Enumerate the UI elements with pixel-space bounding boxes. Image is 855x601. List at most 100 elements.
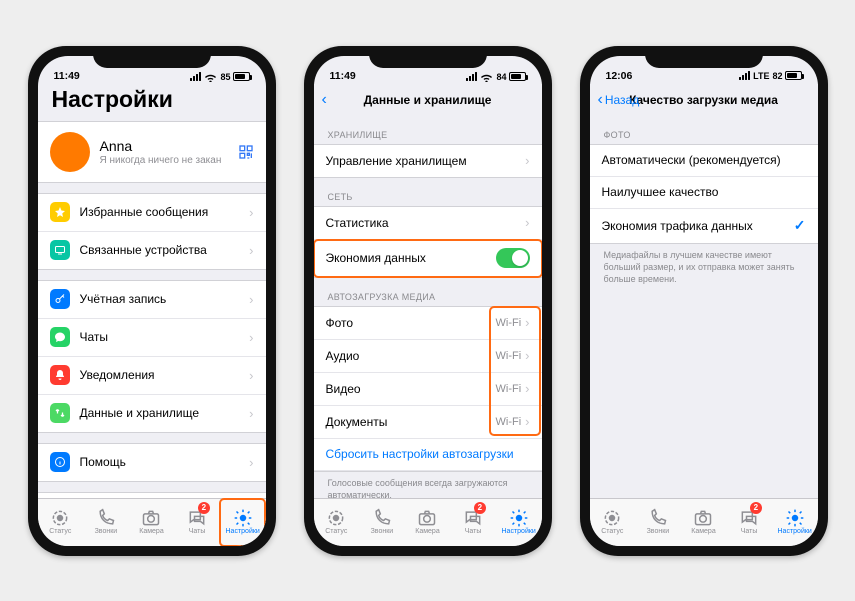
data-icon xyxy=(50,403,70,423)
row-label: Данные и хранилище xyxy=(80,406,250,420)
toggle-switch[interactable] xyxy=(496,248,530,268)
badge: 2 xyxy=(198,502,210,514)
back-button[interactable]: ‹ xyxy=(322,92,327,108)
settings-icon xyxy=(233,509,253,527)
row-label: Чаты xyxy=(80,330,250,344)
tab-label: Камера xyxy=(139,528,163,535)
settings-row[interactable]: Данные и хранилище › xyxy=(38,395,266,432)
calls-icon xyxy=(372,509,392,527)
chevron-icon: › xyxy=(249,243,253,258)
avatar xyxy=(50,132,90,172)
tab-calls[interactable]: Звонки xyxy=(635,499,681,546)
tab-label: Звонки xyxy=(647,528,670,535)
chevron-left-icon: ‹ xyxy=(598,92,603,108)
stats-row[interactable]: Статистика› xyxy=(314,207,542,240)
storage-row[interactable]: Управление хранилищем› xyxy=(314,145,542,177)
section-header: ФОТО xyxy=(590,116,818,144)
settings-icon xyxy=(509,509,529,527)
nav-title: Данные и хранилище xyxy=(364,93,492,107)
settings-row[interactable]: Связанные устройства › xyxy=(38,232,266,269)
tab-status[interactable]: Статус xyxy=(314,499,360,546)
auto-row[interactable]: АудиоWi-Fi› xyxy=(314,340,542,373)
tab-settings[interactable]: Настройки xyxy=(496,499,542,546)
tab-camera[interactable]: Камера xyxy=(405,499,451,546)
settings-row[interactable]: Помощь › xyxy=(38,444,266,481)
option-row[interactable]: Экономия трафика данных✓ xyxy=(590,209,818,243)
tab-calls[interactable]: Звонки xyxy=(83,499,129,546)
status-indicators: 84 xyxy=(466,72,525,82)
qr-icon[interactable] xyxy=(238,144,254,160)
reset-link[interactable]: Сбросить настройки автозагрузки xyxy=(314,439,542,471)
network-icon xyxy=(480,72,493,82)
settings-row[interactable]: Рассказать другу › xyxy=(38,493,266,498)
battery-icon: 82 xyxy=(772,71,801,81)
section-footer: Голосовые сообщения всегда загружаются а… xyxy=(314,472,542,498)
section-header: СЕТЬ xyxy=(314,178,542,206)
tab-label: Камера xyxy=(415,528,439,535)
status-indicators: 85 xyxy=(190,72,249,82)
network-icon xyxy=(204,72,217,82)
chevron-icon: › xyxy=(249,406,253,421)
navbar: ‹ Данные и хранилище xyxy=(314,84,542,116)
row-label: Помощь xyxy=(80,455,250,469)
tab-settings[interactable]: Настройки xyxy=(772,499,818,546)
tab-chats[interactable]: 2 Чаты xyxy=(450,499,496,546)
tab-chats[interactable]: 2 Чаты xyxy=(174,499,220,546)
chevron-icon: › xyxy=(525,414,529,429)
chevron-left-icon: ‹ xyxy=(322,92,327,108)
navbar: ‹Назад Качество загрузки медиа xyxy=(590,84,818,116)
calls-icon xyxy=(96,509,116,527)
auto-row[interactable]: ФотоWi-Fi› xyxy=(314,307,542,340)
tab-calls[interactable]: Звонки xyxy=(359,499,405,546)
tab-bar: Статус Звонки Камера 2 Чаты Настройки xyxy=(314,498,542,546)
star-icon xyxy=(50,202,70,222)
section-header: ХРАНИЛИЩЕ xyxy=(314,116,542,144)
settings-row[interactable]: Чаты › xyxy=(38,319,266,357)
calls-icon xyxy=(648,509,668,527)
tab-settings[interactable]: Настройки xyxy=(220,499,266,546)
chevron-icon: › xyxy=(249,455,253,470)
tab-label: Чаты xyxy=(189,528,206,535)
tab-status[interactable]: Статус xyxy=(590,499,636,546)
device-icon xyxy=(50,240,70,260)
status-icon xyxy=(602,509,622,527)
tab-camera[interactable]: Камера xyxy=(681,499,727,546)
auto-row[interactable]: ВидеоWi-Fi› xyxy=(314,373,542,406)
camera-icon xyxy=(693,509,713,527)
section-footer: Медиафайлы в лучшем качестве имеют больш… xyxy=(590,244,818,287)
section-header: АВТОЗАГРУЗКА МЕДИА xyxy=(314,278,542,306)
back-label: Назад xyxy=(605,93,639,107)
settings-icon xyxy=(785,509,805,527)
tab-label: Чаты xyxy=(465,528,482,535)
data-saver-row[interactable]: Экономия данных xyxy=(314,240,542,277)
tab-chats[interactable]: 2 Чаты xyxy=(726,499,772,546)
tab-label: Настройки xyxy=(778,528,812,535)
settings-row[interactable]: Уведомления › xyxy=(38,357,266,395)
tab-bar: Статус Звонки Камера 2 Чаты Настройки xyxy=(38,498,266,546)
badge: 2 xyxy=(474,502,486,514)
tab-label: Статус xyxy=(601,528,623,535)
tab-label: Камера xyxy=(691,528,715,535)
auto-row[interactable]: ДокументыWi-Fi› xyxy=(314,406,542,439)
status-indicators: LTE 82 xyxy=(739,70,801,82)
option-row[interactable]: Автоматически (рекомендуется) xyxy=(590,145,818,177)
chat-icon xyxy=(50,327,70,347)
battery-icon: 84 xyxy=(496,72,525,82)
tab-status[interactable]: Статус xyxy=(38,499,84,546)
settings-row[interactable]: Избранные сообщения › xyxy=(38,194,266,232)
signal-icon xyxy=(190,72,201,81)
tab-label: Чаты xyxy=(741,528,758,535)
chevron-icon: › xyxy=(525,215,529,230)
option-row[interactable]: Наилучшее качество xyxy=(590,177,818,209)
back-button[interactable]: ‹Назад xyxy=(598,92,640,108)
tab-label: Звонки xyxy=(371,528,394,535)
tab-camera[interactable]: Камера xyxy=(129,499,175,546)
row-label: Учётная запись xyxy=(80,292,250,306)
chevron-icon: › xyxy=(525,381,529,396)
profile-row[interactable]: Anna Я никогда ничего не закан xyxy=(38,122,266,182)
settings-row[interactable]: Учётная запись › xyxy=(38,281,266,319)
phone-2: 11:49 84 ‹ Данные и хранилище ХРАНИЛИЩЕ … xyxy=(304,46,552,556)
chevron-icon: › xyxy=(249,368,253,383)
camera-icon xyxy=(417,509,437,527)
status-bar: 11:49 84 xyxy=(314,56,542,84)
